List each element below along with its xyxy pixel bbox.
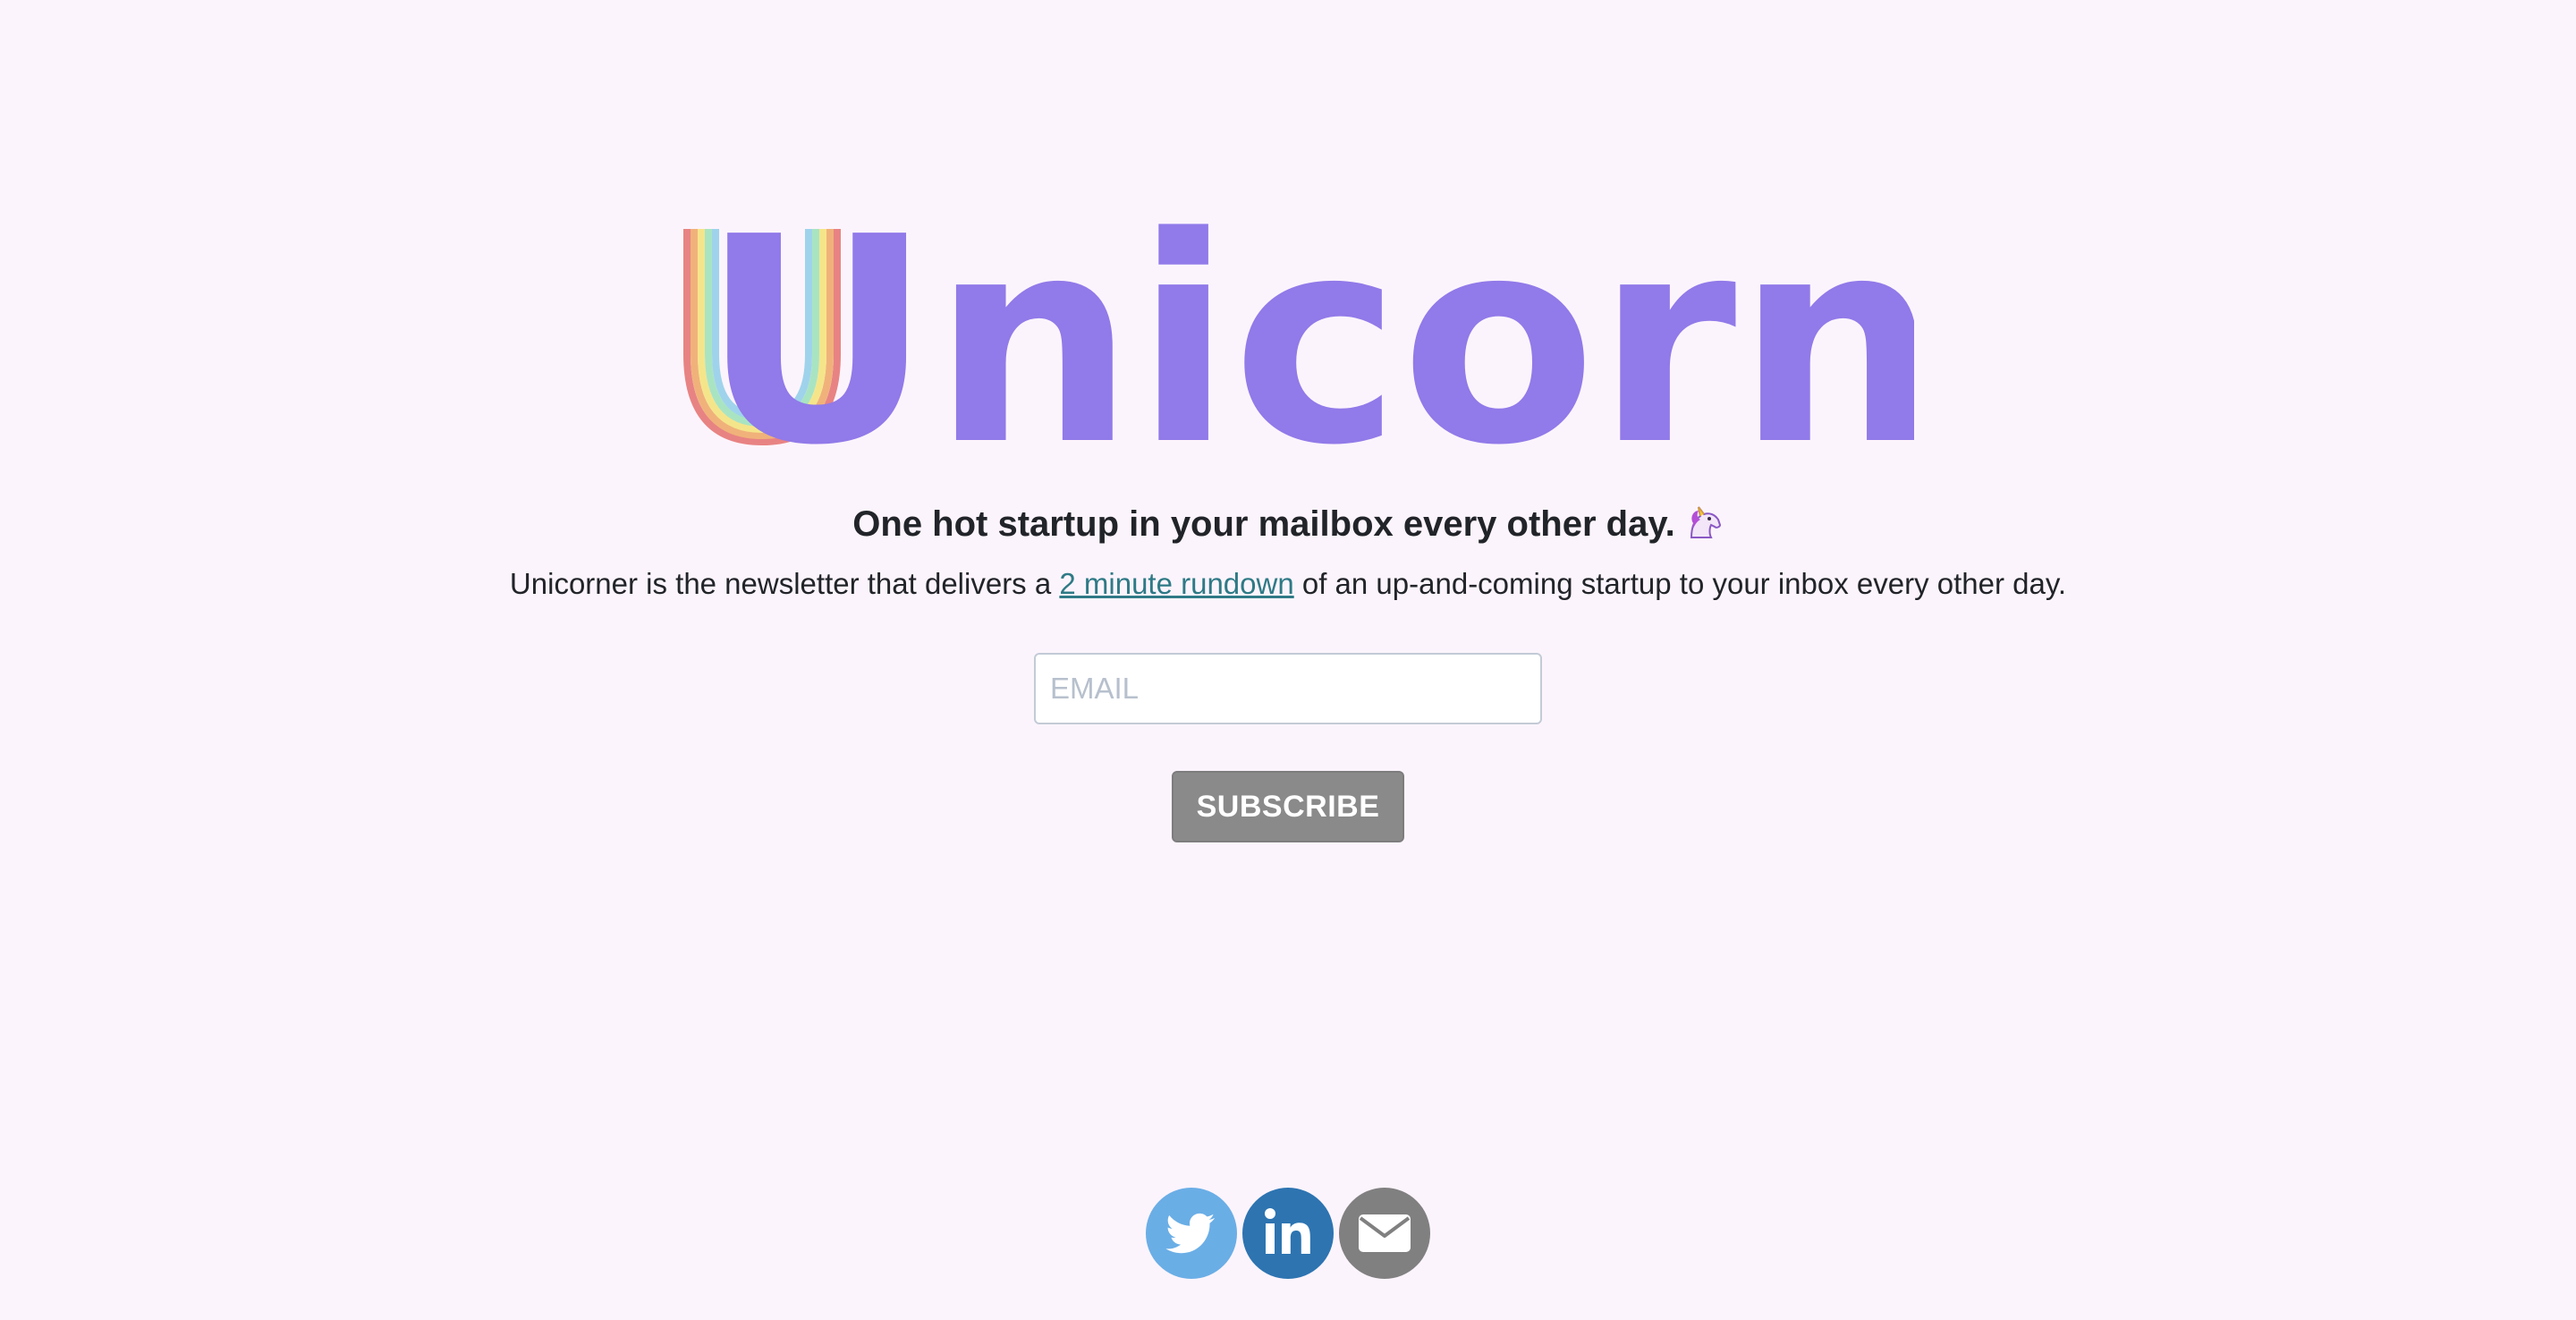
email-input[interactable] [1034, 653, 1542, 724]
headline-text: One hot startup in your mailbox every ot… [852, 504, 1675, 544]
logo: Unicorner [0, 211, 2576, 461]
logo-wordmark: Unicorner [701, 211, 1914, 461]
envelope-icon [1359, 1214, 1411, 1252]
linkedin-link[interactable] [1242, 1188, 1334, 1279]
twitter-link[interactable] [1146, 1188, 1237, 1279]
email-link[interactable] [1339, 1188, 1430, 1279]
description-text-end: of an up-and-coming startup to your inbo… [1293, 567, 2067, 600]
description-text-start: Unicorner is the newsletter that deliver… [509, 567, 1060, 600]
headline: One hot startup in your mailbox every ot… [0, 499, 2576, 549]
description: Unicorner is the newsletter that deliver… [0, 563, 2576, 605]
linkedin-icon [1265, 1208, 1310, 1254]
rundown-link[interactable]: 2 minute rundown [1059, 567, 1293, 600]
twitter-bird-icon [1165, 1213, 1216, 1254]
subscribe-button[interactable]: SUBSCRIBE [1172, 771, 1404, 842]
unicorn-emoji-icon [1684, 502, 1724, 541]
unicorner-logo: Unicorner [683, 211, 1914, 461]
